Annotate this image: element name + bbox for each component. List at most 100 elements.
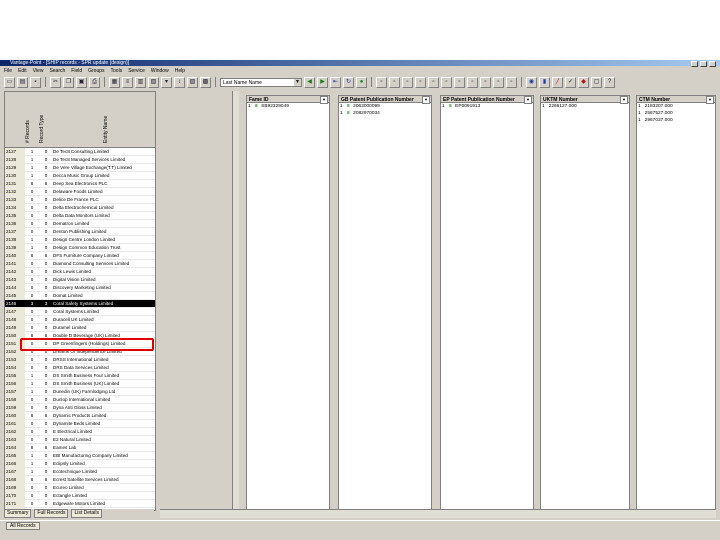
- column-header-record-type[interactable]: Record Type: [39, 115, 45, 143]
- table-row[interactable]: 2163 0 0 E2 Natural Limited: [5, 436, 155, 444]
- matrix-7-icon[interactable]: ▫: [454, 76, 465, 88]
- table-row[interactable]: 2161 0 0 Dynamite Beds Limited: [5, 420, 155, 428]
- table-row[interactable]: 2169 0 0 Ecureo Limited: [5, 484, 155, 492]
- column-header-ep-patent[interactable]: EP Patent Publication Number ▼: [440, 95, 534, 104]
- tab-summary[interactable]: Summary: [4, 509, 32, 518]
- menu-view[interactable]: View: [33, 67, 44, 75]
- menu-search[interactable]: Search: [49, 67, 65, 75]
- matrix-11-icon[interactable]: ▫: [506, 76, 517, 88]
- table-row[interactable]: 2153 0 0 DRSS International Limited: [5, 356, 155, 364]
- column-header-entity-name[interactable]: Entity Name: [103, 116, 109, 143]
- filter-icon[interactable]: ▾: [161, 76, 172, 88]
- chevron-down-icon[interactable]: ▼: [320, 96, 328, 104]
- table-row[interactable]: 2140 8 8 DFS Furniture Company Limited: [5, 252, 155, 260]
- bar-chart-icon[interactable]: ▮: [539, 76, 550, 88]
- table-row[interactable]: 2168 8 8 Ecrest Satellite Services Limited: [5, 476, 155, 484]
- value-row[interactable]: 1 2266127.000: [541, 103, 629, 110]
- table-row[interactable]: 2167 1 0 Ecotechnique Limited: [5, 468, 155, 476]
- globe-icon[interactable]: ◉: [526, 76, 537, 88]
- matrix-10-icon[interactable]: ▫: [493, 76, 504, 88]
- column-header-records[interactable]: # Records: [25, 120, 31, 143]
- cut-icon[interactable]: ✂: [50, 76, 61, 88]
- table-row[interactable]: 2160 8 8 Dynamic Products Limited: [5, 412, 155, 420]
- value-row[interactable]: 1 2967037.000: [637, 117, 715, 124]
- table-row[interactable]: 2148 0 0 Duracell UK Limited: [5, 316, 155, 324]
- horizontal-scrollbar[interactable]: [160, 509, 716, 518]
- table-row[interactable]: 2133 0 0 Delice De France PLC: [5, 196, 155, 204]
- table-row[interactable]: 2158 0 0 Dunlop International Limited: [5, 396, 155, 404]
- table-row[interactable]: 2149 0 0 Duramel Limited: [5, 324, 155, 332]
- menu-tools[interactable]: Tools: [111, 67, 123, 75]
- table-row[interactable]: 2166 1 0 Eclipsly Limited: [5, 460, 155, 468]
- table-row[interactable]: 2134 0 0 Delta Electrochemical Limited: [5, 204, 155, 212]
- tab-list-details[interactable]: List Details: [71, 509, 102, 518]
- table-row[interactable]: 2147 0 0 Coral Systems Limited: [5, 308, 155, 316]
- table-row[interactable]: 2132 0 0 Delaware Foods Limited: [5, 188, 155, 196]
- window-icon[interactable]: ▢: [591, 76, 602, 88]
- value-row[interactable]: 1 III 2082970034: [339, 110, 431, 117]
- line-chart-icon[interactable]: ╱: [552, 76, 563, 88]
- table-row[interactable]: 2131 8 8 Deep Sea Electronics PLC: [5, 180, 155, 188]
- table-row[interactable]: 2171 0 0 Edgeware Motors Limited: [5, 500, 155, 508]
- matrix-1-icon[interactable]: ▫: [376, 76, 387, 88]
- help-icon[interactable]: ?: [604, 76, 615, 88]
- table-row[interactable]: 2135 0 0 Delta Data Monitors Limited: [5, 212, 155, 220]
- table-row[interactable]: 2162 0 0 E Electrical Limited: [5, 428, 155, 436]
- matrix-2-icon[interactable]: ▫: [389, 76, 400, 88]
- table-row[interactable]: 2142 0 0 Dick Lewis Limited: [5, 268, 155, 276]
- menu-file[interactable]: File: [4, 67, 12, 75]
- chevron-down-icon[interactable]: ▼: [294, 78, 301, 86]
- forward-arrow-icon[interactable]: ▶: [317, 76, 328, 88]
- table-icon[interactable]: ▥: [135, 76, 146, 88]
- column-header-fame-id[interactable]: Fame ID ▼: [246, 95, 330, 104]
- chevron-down-icon[interactable]: ▼: [706, 96, 714, 104]
- value-row[interactable]: 1 2567527.000: [637, 110, 715, 117]
- first-icon[interactable]: ⇤: [330, 76, 341, 88]
- matrix-8-icon[interactable]: ▫: [467, 76, 478, 88]
- menu-field[interactable]: Field: [71, 67, 82, 75]
- copy-icon[interactable]: ❐: [63, 76, 74, 88]
- table-row[interactable]: 2141 0 0 Diamond Consulting Services Limite…: [5, 260, 155, 268]
- record-icon[interactable]: ▧: [148, 76, 159, 88]
- refresh-icon[interactable]: ↻: [343, 76, 354, 88]
- menu-help[interactable]: Help: [175, 67, 185, 75]
- menu-service[interactable]: Service: [128, 67, 145, 75]
- table-row[interactable]: 2137 0 0 Denton Publishing Limited: [5, 228, 155, 236]
- matrix-4-icon[interactable]: ▫: [415, 76, 426, 88]
- column-header-gb-patent[interactable]: GB Patent Publication Number ▼: [338, 95, 432, 104]
- chevron-down-icon[interactable]: ▼: [620, 96, 628, 104]
- column-header-ctm-number[interactable]: CTM Number ▼: [636, 95, 716, 104]
- group-icon[interactable]: ▩: [200, 76, 211, 88]
- back-arrow-icon[interactable]: ◀: [304, 76, 315, 88]
- field-icon[interactable]: ▨: [187, 76, 198, 88]
- table-row[interactable]: 2139 1 0 Design Common Education Trust: [5, 244, 155, 252]
- table-row[interactable]: 2155 1 0 DS Smith Business Four Limited: [5, 372, 155, 380]
- table-row[interactable]: 2144 0 0 Discovery Marketing Limited: [5, 284, 155, 292]
- table-row[interactable]: 2145 0 0 Domat Limited: [5, 292, 155, 300]
- open-icon[interactable]: ▤: [17, 76, 28, 88]
- table-row[interactable]: 2164 8 8 Eames Lab: [5, 444, 155, 452]
- menu-window[interactable]: Window: [151, 67, 169, 75]
- table-row[interactable]: 2129 1 0 De Vere Village Exchange(T.T) Limi…: [5, 164, 155, 172]
- menu-groups[interactable]: Groups: [88, 67, 104, 75]
- tab-full-records[interactable]: Full Records: [34, 509, 69, 518]
- table-row[interactable]: 2157 1 0 Dunedin (UK) Farmlodging Ltd: [5, 388, 155, 396]
- list-icon[interactable]: ≡: [122, 76, 133, 88]
- status-records-label[interactable]: All Records: [6, 522, 40, 530]
- list-scrollbar[interactable]: [232, 91, 239, 509]
- paste-icon[interactable]: ▣: [76, 76, 87, 88]
- value-row[interactable]: 1 III EP0091913: [441, 103, 533, 110]
- table-row[interactable]: 2136 0 0 Dematron Limited: [5, 220, 155, 228]
- table-row[interactable]: 2128 1 0 De Tec8 Managed Services Limited: [5, 156, 155, 164]
- field-selector-combo[interactable]: Last Name Name ▼: [220, 77, 302, 87]
- save-icon[interactable]: ▪: [30, 76, 41, 88]
- tag-icon[interactable]: ◆: [578, 76, 589, 88]
- matrix-3-icon[interactable]: ▫: [402, 76, 413, 88]
- value-row[interactable]: 1 III 2063000099: [339, 103, 431, 110]
- column-header-uktm-number[interactable]: UKTM Number ▼: [540, 95, 630, 104]
- table-row[interactable]: 2138 1 0 Design Centre London Limited: [5, 236, 155, 244]
- check-icon[interactable]: ✓: [565, 76, 576, 88]
- grid-icon[interactable]: ▦: [109, 76, 120, 88]
- value-row[interactable]: 1 III SB92329049: [247, 103, 329, 110]
- table-row[interactable]: 2156 1 0 DS Smith Business (UK) Limited: [5, 380, 155, 388]
